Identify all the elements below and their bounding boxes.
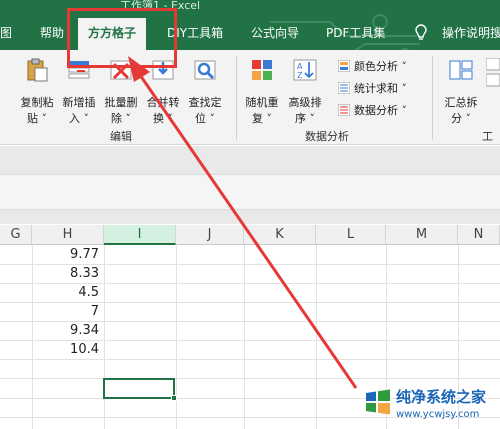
color-analysis-label: 颜色分析 ˅ (354, 60, 407, 73)
grid-line (0, 378, 500, 379)
cell-h[interactable]: 8.33 (34, 265, 102, 283)
grid-line (32, 245, 33, 429)
grid-line (176, 245, 177, 429)
windows-logo-icon (366, 389, 390, 415)
advanced-sort-button[interactable]: A Z 高级排 序 ˅ (284, 54, 326, 125)
batch-delete-label-2: 除 ˅ (111, 112, 131, 125)
merge-convert-label-1: 合并转 (146, 96, 180, 109)
tab-search-instructions[interactable]: 操作说明搜 (442, 24, 500, 41)
edit-group-label: 编辑 (110, 130, 132, 143)
column-header-n[interactable]: N (458, 225, 500, 245)
copy-paste-button[interactable]: 复制粘 贴 ˅ (16, 54, 58, 125)
highlight-box (67, 8, 177, 68)
data-list-icon (338, 104, 350, 116)
color-list-icon (338, 60, 350, 72)
grid-line (244, 245, 245, 429)
insert-label-2: 入 ˅ (69, 112, 89, 125)
magnifier-icon (194, 60, 216, 80)
watermark-name: 纯净系统之家 (396, 388, 487, 406)
tab-help[interactable]: 帮助 (40, 24, 64, 41)
find-locate-label-1: 查找定 (188, 96, 222, 109)
column-header-k[interactable]: K (244, 225, 316, 245)
random-repeat-label-2: 复 ˅ (252, 112, 272, 125)
summary-split-label-2: 分 ˅ (451, 112, 471, 125)
svg-text:A: A (297, 62, 303, 71)
formula-area (0, 146, 500, 224)
grid-line (316, 245, 317, 429)
grid-line (104, 245, 105, 429)
column-header-j[interactable]: J (176, 225, 244, 245)
find-locate-label-2: 位 ˅ (195, 112, 215, 125)
copy-paste-label-2: 贴 ˅ (27, 112, 47, 125)
random-grid-icon (252, 60, 272, 80)
summary-split-label-1: 汇总拆 (444, 96, 478, 109)
tab-formula-wizard[interactable]: 公式向导 (251, 24, 299, 41)
formula-bar[interactable] (0, 174, 500, 210)
find-locate-button[interactable]: 查找定 位 ˅ (184, 54, 226, 125)
copy-paste-label-1: 复制粘 (20, 96, 54, 109)
cell-h[interactable]: 7 (34, 303, 102, 321)
tab-pdf-tools[interactable]: PDF工具集 (326, 24, 385, 41)
cell-h[interactable]: 9.34 (34, 322, 102, 340)
active-cell[interactable] (103, 378, 177, 401)
lightbulb-icon (415, 24, 427, 40)
tab-view[interactable]: 图 (0, 24, 12, 41)
random-repeat-label-1: 随机重 (245, 96, 279, 109)
column-header-i[interactable]: I (104, 225, 176, 245)
cell-h[interactable]: 10.4 (34, 341, 102, 359)
grid-line (0, 359, 500, 360)
svg-text:Z: Z (297, 71, 303, 80)
color-analysis-button[interactable]: 颜色分析 ˅ (338, 58, 407, 76)
merge-convert-label-2: 换 ˅ (153, 112, 173, 125)
analysis-group-label: 数据分析 (305, 130, 349, 143)
stat-sum-button[interactable]: 统计求和 ˅ (338, 80, 407, 98)
stat-list-icon (338, 82, 350, 94)
column-header-m[interactable]: M (386, 225, 458, 245)
batch-delete-label-1: 批量删 (104, 96, 138, 109)
data-analysis-label: 数据分析 ˅ (354, 104, 407, 117)
stat-sum-label: 统计求和 ˅ (354, 82, 407, 95)
summary-split-button[interactable]: 汇总拆 分 ˅ (440, 54, 482, 125)
sort-az-icon: A Z (293, 59, 317, 81)
fill-handle[interactable] (171, 395, 177, 401)
column-header-h[interactable]: H (32, 225, 104, 245)
random-repeat-button[interactable]: 随机重 复 ˅ (241, 54, 283, 125)
clipboard-icon (27, 58, 48, 82)
watermark-url: www.ycwjsy.com (396, 409, 480, 420)
column-header-g[interactable]: G (0, 225, 32, 245)
split-sheets-icon (449, 60, 473, 80)
insert-label-1: 新增插 (62, 96, 96, 109)
more-tools-icon[interactable] (486, 58, 500, 98)
advanced-sort-label-2: 序 ˅ (295, 112, 315, 125)
column-header-l[interactable]: L (316, 225, 386, 245)
ribbon-separator (236, 56, 237, 140)
cell-h[interactable]: 4.5 (34, 284, 102, 302)
advanced-sort-label-1: 高级排 (288, 96, 322, 109)
cell-h[interactable]: 9.77 (34, 246, 102, 264)
watermark: 纯净系统之家 www.ycwjsy.com (360, 384, 500, 429)
data-analysis-button[interactable]: 数据分析 ˅ (338, 102, 407, 120)
ribbon-separator (432, 56, 433, 140)
